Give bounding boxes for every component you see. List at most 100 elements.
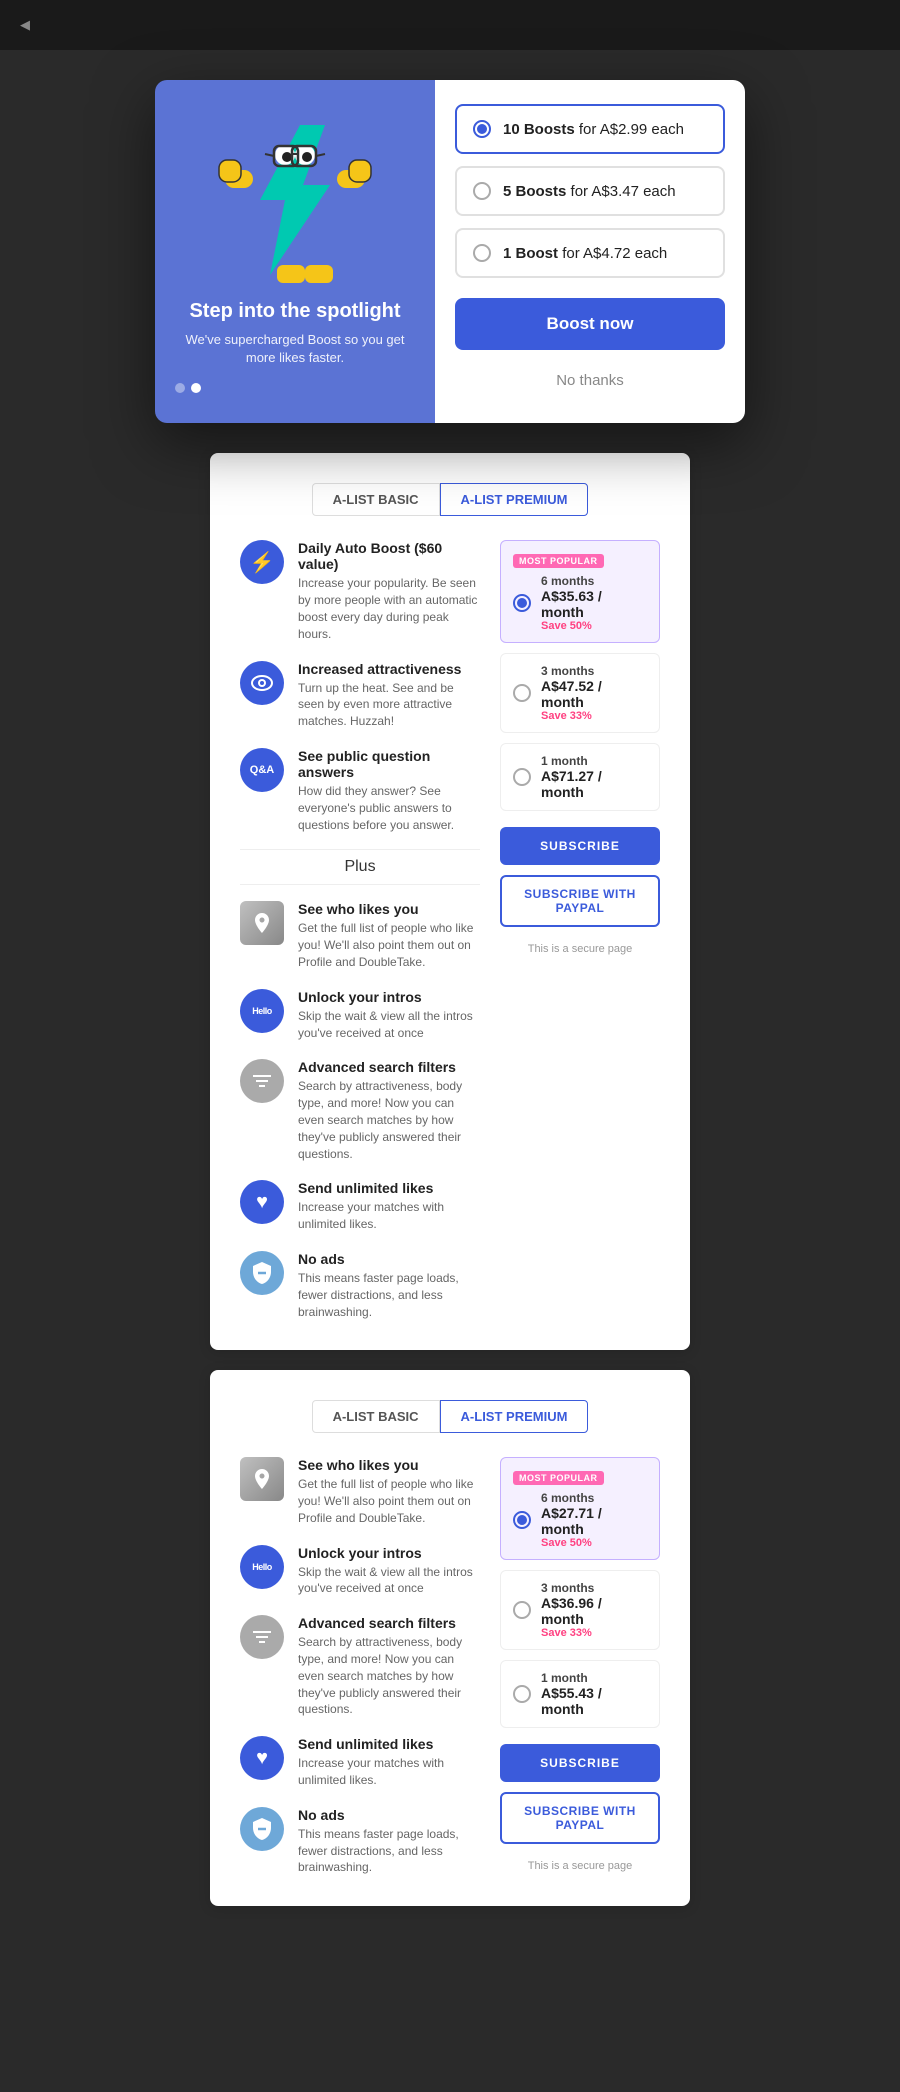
feature-icon-qa: Q&A — [240, 748, 284, 792]
panels-container: A-LIST BASIC A-LIST PREMIUM ⚡ Daily Auto… — [0, 423, 900, 1936]
pricing-3mo-2[interactable]: 3 months A$36.96 / month Save 33% — [500, 1570, 660, 1650]
feature-icon-photo-2 — [240, 1457, 284, 1501]
feature-icon-photo-1 — [240, 901, 284, 945]
feature-item-likes-1: See who likes you Get the full list of p… — [240, 901, 480, 970]
pricing-radio-6mo-2: 6 months A$27.71 / month Save 50% — [513, 1491, 647, 1549]
feature-text-likes-2: See who likes you Get the full list of p… — [298, 1457, 480, 1526]
pricing-1mo-1[interactable]: 1 month A$71.27 / month — [500, 743, 660, 811]
subscribe-button-2[interactable]: SUBSCRIBE — [500, 1744, 660, 1782]
feature-icon-shield-1 — [240, 1251, 284, 1295]
subscribe-button-1[interactable]: SUBSCRIBE — [500, 827, 660, 865]
modal-container: Step into the spotlight We've supercharg… — [0, 50, 900, 423]
modal-title: Step into the spotlight — [175, 300, 415, 323]
feature-text-3: See public question answers How did they… — [298, 748, 480, 833]
boost-now-button[interactable]: Boost now — [455, 298, 725, 350]
boost-option-1[interactable]: 1 Boost for A$4.72 each — [455, 228, 725, 278]
feature-item-search-2: Advanced search filters Search by attrac… — [240, 1615, 480, 1718]
no-thanks-button[interactable]: No thanks — [455, 362, 725, 399]
features-section-1: ⚡ Daily Auto Boost ($60 value) Increase … — [240, 540, 480, 1320]
mascot-illustration — [205, 110, 385, 290]
feature-icon-hello-1: Hello — [240, 989, 284, 1033]
feature-item-likes-unlimited-2: ♥ Send unlimited likes Increase your mat… — [240, 1736, 480, 1789]
boost-1-label: 1 Boost for A$4.72 each — [503, 245, 667, 262]
pricing-section-2: MOST POPULAR 6 months A$27.71 / month Sa… — [500, 1457, 660, 1876]
pricing-1mo-2[interactable]: 1 month A$55.43 / month — [500, 1660, 660, 1728]
feature-text-likes-unlimited-2: Send unlimited likes Increase your match… — [298, 1736, 480, 1789]
radio-1mo-1 — [513, 768, 531, 786]
dot-1 — [175, 383, 185, 393]
modal-subtitle: We've supercharged Boost so you get more… — [175, 331, 415, 367]
top-bar: ◀ — [0, 0, 900, 50]
radio-3mo-1 — [513, 684, 531, 702]
feature-item-likes-2: See who likes you Get the full list of p… — [240, 1457, 480, 1526]
feature-icon-shield-2 — [240, 1807, 284, 1851]
radio-inner-6mo-1 — [517, 598, 527, 608]
boost-option-5[interactable]: 5 Boosts for A$3.47 each — [455, 166, 725, 216]
pricing-radio-3mo-2: 3 months A$36.96 / month Save 33% — [513, 1581, 647, 1639]
subscription-panel-1: A-LIST BASIC A-LIST PREMIUM ⚡ Daily Auto… — [210, 453, 690, 1350]
pricing-radio-6mo-1: 6 months A$35.63 / month Save 50% — [513, 574, 647, 632]
feature-item-attractiveness: Increased attractiveness Turn up the hea… — [240, 661, 480, 730]
feature-icon-hello-2: Hello — [240, 1545, 284, 1589]
pricing-6mo-1[interactable]: MOST POPULAR 6 months A$35.63 / month Sa… — [500, 540, 660, 643]
feature-list-2: See who likes you Get the full list of p… — [240, 1457, 480, 1876]
radio-6mo-1 — [513, 594, 531, 612]
subscription-panel-2: A-LIST BASIC A-LIST PREMIUM See who like… — [210, 1370, 690, 1906]
feature-icon-heart-2: ♥ — [240, 1736, 284, 1780]
feature-icon-heart-1: ♥ — [240, 1180, 284, 1224]
tab-alist-premium-2[interactable]: A-LIST PREMIUM — [440, 1400, 589, 1433]
panel-1-content: ⚡ Daily Auto Boost ($60 value) Increase … — [240, 540, 660, 1320]
feature-item-no-ads-2: No ads This means faster page loads, few… — [240, 1807, 480, 1876]
pricing-radio-1mo-1: 1 month A$71.27 / month — [513, 754, 647, 800]
modal-right-panel: 10 Boosts for A$2.99 each 5 Boosts for A… — [435, 80, 745, 423]
features-section-2: See who likes you Get the full list of p… — [240, 1457, 480, 1876]
boost-modal: Step into the spotlight We've supercharg… — [155, 80, 745, 423]
panel-2-tabs: A-LIST BASIC A-LIST PREMIUM — [240, 1400, 660, 1433]
secure-text-1: This is a secure page — [500, 943, 660, 955]
most-popular-badge-1: MOST POPULAR — [513, 554, 604, 568]
tab-alist-premium-1[interactable]: A-LIST PREMIUM — [440, 483, 589, 516]
feature-icon-bolt: ⚡ — [240, 540, 284, 584]
boost-10-label: 10 Boosts for A$2.99 each — [503, 121, 684, 138]
feature-text-likes-unlimited-1: Send unlimited likes Increase your match… — [298, 1180, 480, 1233]
feature-item-intros-2: Hello Unlock your intros Skip the wait &… — [240, 1545, 480, 1598]
feature-icon-filter-1 — [240, 1059, 284, 1103]
plus-divider: Plus — [240, 849, 480, 885]
pricing-radio-1mo-2: 1 month A$55.43 / month — [513, 1671, 647, 1717]
feature-item-no-ads-1: No ads This means faster page loads, few… — [240, 1251, 480, 1320]
feature-icon-filter-2 — [240, 1615, 284, 1659]
pricing-radio-3mo-1: 3 months A$47.52 / month Save 33% — [513, 664, 647, 722]
dot-2 — [191, 383, 201, 393]
radio-3mo-2 — [513, 1601, 531, 1619]
feature-icon-eye — [240, 661, 284, 705]
feature-item-intros-1: Hello Unlock your intros Skip the wait &… — [240, 989, 480, 1042]
feature-text-1: Daily Auto Boost ($60 value) Increase yo… — [298, 540, 480, 642]
modal-dots — [175, 383, 415, 393]
panel-1-tabs: A-LIST BASIC A-LIST PREMIUM — [240, 483, 660, 516]
feature-item-auto-boost: ⚡ Daily Auto Boost ($60 value) Increase … — [240, 540, 480, 642]
tab-alist-basic-2[interactable]: A-LIST BASIC — [312, 1400, 440, 1433]
feature-item-search-1: Advanced search filters Search by attrac… — [240, 1059, 480, 1162]
subscribe-paypal-button-2[interactable]: SUBSCRIBE WITH PAYPAL — [500, 1792, 660, 1844]
feature-item-qa: Q&A See public question answers How did … — [240, 748, 480, 833]
feature-text-2: Increased attractiveness Turn up the hea… — [298, 661, 480, 730]
feature-item-likes-unlimited-1: ♥ Send unlimited likes Increase your mat… — [240, 1180, 480, 1233]
feature-text-likes-1: See who likes you Get the full list of p… — [298, 901, 480, 970]
radio-5-boosts — [473, 182, 491, 200]
feature-text-search-2: Advanced search filters Search by attrac… — [298, 1615, 480, 1718]
feature-text-no-ads-2: No ads This means faster page loads, few… — [298, 1807, 480, 1876]
radio-inner — [477, 124, 487, 134]
radio-inner-6mo-2 — [517, 1515, 527, 1525]
feature-text-intros-1: Unlock your intros Skip the wait & view … — [298, 989, 480, 1042]
boost-option-10[interactable]: 10 Boosts for A$2.99 each — [455, 104, 725, 154]
plus-feature-list-1: See who likes you Get the full list of p… — [240, 901, 480, 1320]
subscribe-paypal-button-1[interactable]: SUBSCRIBE WITH PAYPAL — [500, 875, 660, 927]
radio-1mo-2 — [513, 1685, 531, 1703]
tab-alist-basic-1[interactable]: A-LIST BASIC — [312, 483, 440, 516]
feature-text-search-1: Advanced search filters Search by attrac… — [298, 1059, 480, 1162]
pricing-3mo-1[interactable]: 3 months A$47.52 / month Save 33% — [500, 653, 660, 733]
panel-2-content: See who likes you Get the full list of p… — [240, 1457, 660, 1876]
radio-6mo-2 — [513, 1511, 531, 1529]
pricing-6mo-2[interactable]: MOST POPULAR 6 months A$27.71 / month Sa… — [500, 1457, 660, 1560]
feature-list-1: ⚡ Daily Auto Boost ($60 value) Increase … — [240, 540, 480, 833]
